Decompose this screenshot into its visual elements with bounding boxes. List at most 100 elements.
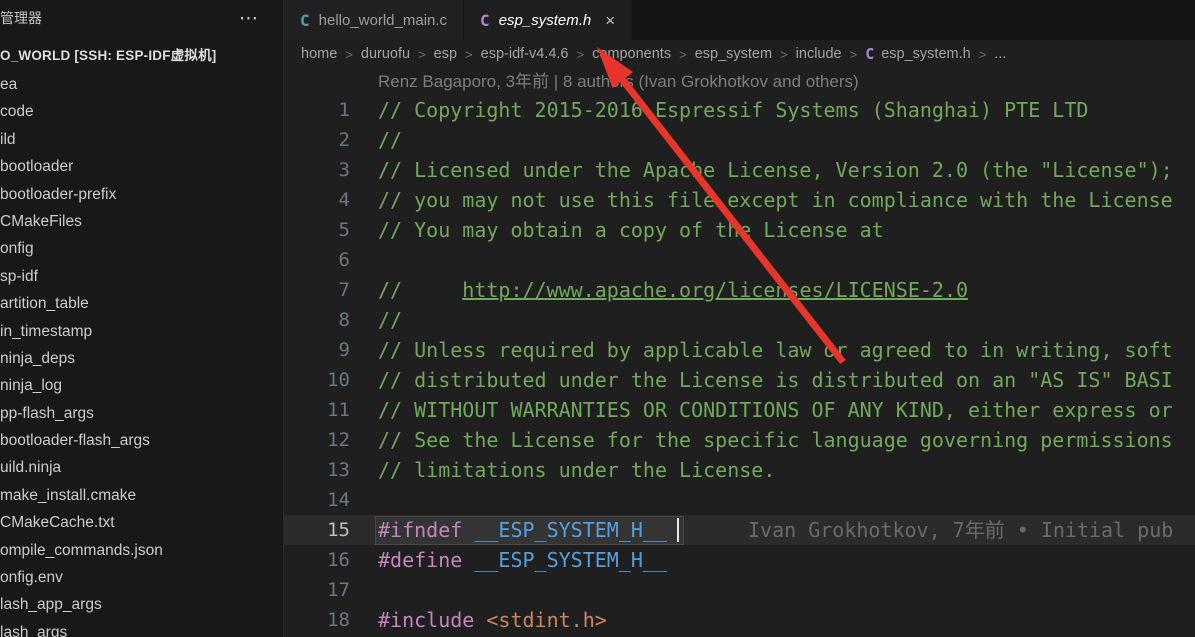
line-content: #include <stdint.h> xyxy=(378,605,607,635)
line-content: // See the License for the specific lang… xyxy=(378,425,1173,455)
breadcrumb-item[interactable]: components xyxy=(592,46,671,62)
code-line[interactable]: 4// you may not use this file except in … xyxy=(284,185,1195,215)
code-token: <stdint.h> xyxy=(486,605,606,635)
breadcrumb-item[interactable]: home xyxy=(301,46,337,62)
explorer-item[interactable]: ild xyxy=(0,126,283,153)
explorer-item[interactable]: sp-idf xyxy=(0,263,283,290)
code-token: // You may obtain a copy of the License … xyxy=(378,215,884,245)
line-number: 16 xyxy=(284,545,350,575)
code-line[interactable]: 5 // You may obtain a copy of the License… xyxy=(284,215,1195,245)
inline-blame-annotation: Ivan Grokhotkov, 7年前 • Initial pub xyxy=(748,515,1173,545)
code-line[interactable]: 7// http://www.apache.org/licenses/LICEN… xyxy=(284,275,1195,305)
code-token: http://www.apache.org/licenses/LICENSE-2… xyxy=(462,275,968,305)
c-file-icon: C xyxy=(300,11,310,30)
code-lines: 1 // Copyright 2015-2016 Espressif System… xyxy=(284,95,1195,635)
tab-label: esp_system.h xyxy=(499,12,592,29)
explorer-item[interactable]: lash_args xyxy=(0,619,283,637)
code-line[interactable]: 15#ifndef __ESP_SYSTEM_H__Ivan Grokhotko… xyxy=(284,515,1195,545)
sidebar-header: 管理器 ⋯ xyxy=(0,0,283,36)
breadcrumb-more[interactable]: ... xyxy=(994,46,1006,62)
tab-bar: Chello_world_main.cCesp_system.h × xyxy=(284,0,1195,40)
code-line[interactable]: 2// xyxy=(284,125,1195,155)
code-line[interactable]: 11// WITHOUT WARRANTIES OR CONDITIONS OF… xyxy=(284,395,1195,425)
explorer-item[interactable]: bootloader xyxy=(0,153,283,180)
explorer-item[interactable]: ninja_deps xyxy=(0,345,283,372)
line-number: 8 xyxy=(284,305,350,335)
explorer-item[interactable]: bootloader-prefix xyxy=(0,181,283,208)
code-line[interactable]: 13 // limitations under the License. xyxy=(284,455,1195,485)
code-token: // distributed under the License is dist… xyxy=(378,365,1173,395)
code-editor[interactable]: Renz Bagaporo, 3年前 | 8 authors (Ivan Gro… xyxy=(284,68,1195,637)
explorer-item[interactable]: onfig.env xyxy=(0,564,283,591)
more-actions-icon[interactable]: ⋯ xyxy=(239,9,259,28)
explorer-item[interactable]: in_timestamp xyxy=(0,318,283,345)
code-token: // Unless required by applicable law or … xyxy=(378,335,1173,365)
code-token: __ESP_SYSTEM_H__ xyxy=(474,545,667,575)
explorer-item[interactable]: artition_table xyxy=(0,290,283,317)
explorer-item[interactable]: uild.ninja xyxy=(0,454,283,481)
code-token: // See the License for the specific lang… xyxy=(378,425,1173,455)
explorer-item[interactable]: onfig xyxy=(0,235,283,262)
chevron-right-icon: > xyxy=(979,47,987,62)
code-line[interactable]: 16 #define __ESP_SYSTEM_H__ xyxy=(284,545,1195,575)
tab-label: hello_world_main.c xyxy=(319,12,447,29)
line-content: // Licensed under the Apache License, Ve… xyxy=(378,155,1173,185)
code-token: // xyxy=(378,275,462,305)
code-token: // limitations under the License. xyxy=(378,455,775,485)
code-line[interactable]: 8// xyxy=(284,305,1195,335)
line-number: 17 xyxy=(284,575,350,605)
code-token: // Licensed under the Apache License, Ve… xyxy=(378,155,1173,185)
code-token: #define xyxy=(378,545,474,575)
explorer-item[interactable]: bootloader-flash_args xyxy=(0,427,283,454)
chevron-right-icon: > xyxy=(418,47,426,62)
editor-tab[interactable]: Chello_world_main.c xyxy=(284,0,464,40)
breadcrumb-file-icon: C xyxy=(865,45,874,63)
line-content: // limitations under the License. xyxy=(378,455,775,485)
explorer-item[interactable]: lash_app_args xyxy=(0,591,283,618)
code-token: #include xyxy=(378,605,486,635)
line-number: 2 xyxy=(284,125,350,155)
explorer-sidebar: 管理器 ⋯ O_WORLD [SSH: ESP-IDF虚拟机] eacodeil… xyxy=(0,0,284,637)
breadcrumb-item[interactable]: include xyxy=(796,46,842,62)
chevron-right-icon: > xyxy=(679,47,687,62)
explorer-item[interactable]: CMakeCache.txt xyxy=(0,509,283,536)
line-number: 10 xyxy=(284,365,350,395)
breadcrumb-item[interactable]: duruofu xyxy=(361,46,410,62)
explorer-item[interactable]: ompile_commands.json xyxy=(0,537,283,564)
explorer-item[interactable]: make_install.cmake xyxy=(0,482,283,509)
code-token: __ESP_SYSTEM_H__ xyxy=(474,515,667,545)
code-token: // Copyright 2015-2016 Espressif Systems… xyxy=(378,95,1088,125)
breadcrumb-item[interactable]: esp xyxy=(434,46,457,62)
explorer-item[interactable]: code xyxy=(0,98,283,125)
code-line[interactable]: 18#include <stdint.h> xyxy=(284,605,1195,635)
line-number: 1 xyxy=(284,95,350,125)
line-content: #define __ESP_SYSTEM_H__ xyxy=(378,545,667,575)
line-number: 15 xyxy=(284,515,350,545)
code-line[interactable]: 17 xyxy=(284,575,1195,605)
chevron-right-icon: > xyxy=(345,47,353,62)
explorer-item[interactable]: CMakeFiles xyxy=(0,208,283,235)
line-number: 5 xyxy=(284,215,350,245)
explorer-item[interactable]: ninja_log xyxy=(0,372,283,399)
tab-close-icon[interactable]: × xyxy=(605,12,615,29)
code-line[interactable]: 10 // distributed under the License is di… xyxy=(284,365,1195,395)
code-line[interactable]: 14 xyxy=(284,485,1195,515)
explorer-item[interactable]: pp-flash_args xyxy=(0,400,283,427)
breadcrumb-item[interactable]: esp-idf-v4.4.6 xyxy=(481,46,569,62)
explorer-item[interactable]: ea xyxy=(0,71,283,98)
line-number: 13 xyxy=(284,455,350,485)
code-line[interactable]: 3// Licensed under the Apache License, V… xyxy=(284,155,1195,185)
breadcrumb-item[interactable]: esp_system xyxy=(695,46,772,62)
code-line[interactable]: 1 // Copyright 2015-2016 Espressif System… xyxy=(284,95,1195,125)
code-line[interactable]: 9// Unless required by applicable law or… xyxy=(284,335,1195,365)
code-line[interactable]: 12 // See the License for the specific la… xyxy=(284,425,1195,455)
editor-tab[interactable]: Cesp_system.h× xyxy=(464,0,632,40)
line-number: 12 xyxy=(284,425,350,455)
line-content: // Unless required by applicable law or … xyxy=(378,335,1173,365)
workspace-section-header[interactable]: O_WORLD [SSH: ESP-IDF虚拟机] xyxy=(0,44,283,68)
breadcrumb-file[interactable]: esp_system.h xyxy=(881,46,970,62)
code-line[interactable]: 6 xyxy=(284,245,1195,275)
line-content: // you may not use this file except in c… xyxy=(378,185,1173,215)
chevron-right-icon: > xyxy=(577,47,585,62)
explorer-title: 管理器 xyxy=(0,8,42,28)
